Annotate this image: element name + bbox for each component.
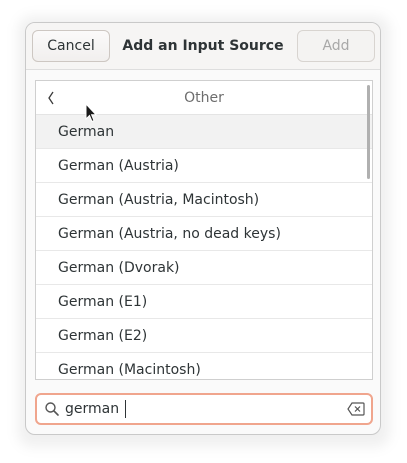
list-item-label: German (Austria, Macintosh): [58, 191, 260, 208]
list-item-label: German (Dvorak): [58, 259, 180, 276]
list-item[interactable]: German (Dvorak): [36, 251, 372, 285]
list-item[interactable]: German (Austria): [36, 149, 372, 183]
list-item-label: German (E1): [58, 293, 148, 310]
add-button[interactable]: Add: [297, 30, 375, 62]
add-input-source-dialog: Cancel Add an Input Source Add Other Ger…: [25, 22, 381, 435]
list-item[interactable]: German (E2): [36, 319, 372, 353]
search-icon: [45, 402, 59, 416]
list-item[interactable]: German (Macintosh): [36, 353, 372, 379]
input-source-list: Other German German (Austria) German (Au…: [35, 80, 373, 380]
list-item[interactable]: German (E1): [36, 285, 372, 319]
search-input[interactable]: [65, 395, 335, 423]
list-scrollbar[interactable]: [367, 85, 370, 179]
list-item-label: German (Austria, no dead keys): [58, 225, 281, 242]
list-item-label: German (Macintosh): [58, 361, 201, 378]
header-bar: Cancel Add an Input Source Add: [26, 23, 380, 70]
list-item[interactable]: German (Austria, no dead keys): [36, 217, 372, 251]
cancel-button[interactable]: Cancel: [32, 30, 110, 62]
dialog-title: Add an Input Source: [122, 38, 284, 54]
list-item-label: German: [58, 123, 115, 140]
search-entry[interactable]: [35, 393, 373, 425]
text-caret: [125, 400, 126, 418]
list-item-label: German (E2): [58, 327, 148, 344]
clear-text-icon[interactable]: [347, 402, 365, 416]
list-item[interactable]: German (Austria, Macintosh): [36, 183, 372, 217]
mouse-pointer-icon: [85, 103, 97, 123]
list-item-label: German (Austria): [58, 157, 179, 174]
